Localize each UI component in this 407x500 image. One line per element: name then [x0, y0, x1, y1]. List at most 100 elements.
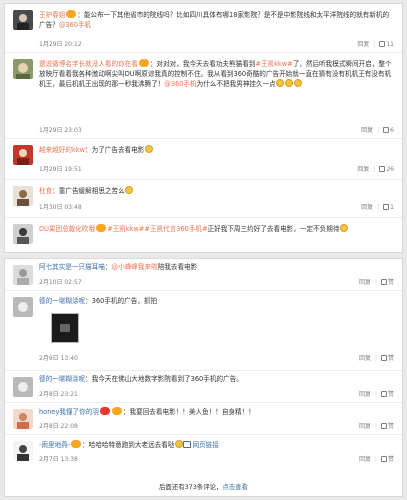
comment-text: ：为了广告去看电影: [85, 146, 145, 154]
divider: |: [374, 423, 377, 430]
comment-username[interactable]: 德的一堪糊涂呢: [39, 375, 85, 383]
comment-username[interactable]: -雨里地燕-: [39, 441, 70, 449]
comment-text: ：360手机的广告，抓拍: [85, 297, 158, 305]
divider: |: [377, 204, 380, 211]
comment-text: 陪我去看电影: [157, 263, 198, 271]
comment-username[interactable]: 遗说微博名字长就没人看的你在看: [39, 60, 138, 68]
reply-button[interactable]: 回复: [357, 166, 369, 173]
vip-badge-icon: [138, 59, 149, 67]
comment-body: -雨里地燕- ：哈哈哈特意跑到大老远去看哒 网页链接: [39, 440, 394, 451]
divider: |: [374, 391, 377, 398]
thumbs-up-icon: [380, 391, 387, 397]
like-button[interactable]: 26: [379, 166, 394, 173]
avatar[interactable]: [13, 409, 33, 429]
like-label: 赞: [387, 279, 394, 286]
comment-username[interactable]: 王护春姐: [39, 11, 65, 19]
comment-username[interactable]: honey我懂了你的羽: [39, 408, 99, 416]
thumbs-up-icon: [380, 423, 387, 429]
comment-username[interactable]: 杜食: [39, 187, 52, 195]
comment-text: ：我今天在佛山大地数字影院看到了360手机的广告。: [85, 375, 243, 383]
reply-button[interactable]: 回复: [361, 127, 373, 134]
comment-text: 正好我下周三约好了去看电影，一定不负期待: [207, 225, 340, 233]
comment-text: 为什么不把我男神挂久一点: [196, 80, 276, 89]
reply-button[interactable]: 回复: [361, 204, 373, 211]
mention-link[interactable]: @360手机: [59, 21, 91, 29]
like-count: 6: [390, 127, 394, 134]
topic-tag[interactable]: #王凯代言360手机#: [144, 225, 207, 233]
comment-body: 越来越好的kkw：为了广告去看电影: [39, 145, 394, 156]
avatar[interactable]: [13, 265, 33, 285]
reply-button[interactable]: 回复: [359, 423, 371, 430]
avatar[interactable]: [13, 377, 33, 397]
like-button[interactable]: 赞: [380, 279, 394, 286]
avatar[interactable]: [13, 59, 33, 79]
comment-username[interactable]: 德的一堪糊涂呢: [39, 297, 85, 305]
avatar[interactable]: [13, 224, 33, 244]
comment-username[interactable]: 阿七其实是一只猫耳喵: [39, 263, 105, 271]
avatar[interactable]: [13, 10, 33, 30]
comment-body: 德的一堪糊涂呢：我今天在佛山大地数字影院看到了360手机的广告。: [39, 375, 394, 385]
like-button[interactable]: 6: [383, 127, 394, 134]
like-label: 赞: [387, 423, 394, 430]
topic-tag[interactable]: #王凯kkw#: [255, 60, 292, 68]
like-button[interactable]: 11: [379, 41, 394, 48]
comment-item: 王护春姐 ：能公布一下其他省市的院线吗？比如四川具体有哪18家影院？是不是中影院线…: [5, 4, 402, 53]
comment-date: 2月10日 02:57: [39, 279, 82, 286]
reply-button[interactable]: 回复: [359, 355, 371, 362]
comment-body: 阿七其实是一只猫耳喵：@小峰峰我来啦陪我去看电影: [39, 263, 198, 271]
comment-date: 1月29日 19:51: [39, 166, 82, 173]
comment-item: 遗说微博名字长就没人看的你在看 ：对对对，我今天去看功夫熊猫看到#王凯kkw#了，…: [5, 53, 402, 139]
comments-card-bottom: 阿七其实是一只猫耳喵：@小峰峰我来啦陪我去看电影 2月10日 02:57 回复 |…: [4, 258, 403, 497]
thumbs-up-icon: [383, 204, 390, 210]
sad-emoji-icon: [294, 79, 303, 88]
comment-body: 遗说微博名字长就没人看的你在看 ：对对对，我今天去看功夫熊猫看到#王凯kkw#了，…: [39, 59, 394, 90]
mention-link[interactable]: @小峰峰我来啦: [112, 263, 158, 271]
comment-body: 王护春姐 ：能公布一下其他省市的院线吗？比如四川具体有哪18家影院？是不是中影院线…: [39, 10, 394, 30]
comment-item: DU果团总裁化吹哦 #王凯kkw##王凯代言360手机#正好我下周三约好了去看电影…: [5, 218, 402, 252]
web-link[interactable]: 网页链接: [183, 441, 219, 449]
comment-item: -雨里地燕- ：哈哈哈特意跑到大老远去看哒 网页链接 2月7日 13:38 回复 | 赞: [5, 435, 402, 469]
reply-button[interactable]: 回复: [359, 456, 371, 463]
thumbs-up-icon: [383, 127, 390, 133]
comment-text: ：对对对，我今天去看功夫熊猫看到: [149, 60, 256, 68]
avatar[interactable]: [13, 145, 33, 165]
avatar[interactable]: [13, 441, 33, 461]
comment-item: 德的一堪糊涂呢：360手机的广告，抓拍 2月9日 13:40 回复 | 赞: [5, 291, 402, 371]
comment-username[interactable]: DU果团总裁化吹哦: [39, 225, 95, 233]
thumbs-up-icon: [380, 279, 387, 285]
avatar[interactable]: [13, 297, 33, 317]
comment-item: 杜食：靠广告缓解相思之苦么 1月30日 03:48 回复 | 1: [5, 180, 402, 218]
comments-card-top: 王护春姐 ：能公布一下其他省市的院线吗？比如四川具体有哪18家影院？是不是中影院线…: [4, 3, 403, 253]
like-button[interactable]: 1: [383, 204, 394, 211]
cat-emoji-icon: [125, 186, 134, 194]
mention-link[interactable]: @360手机: [164, 80, 196, 88]
reply-button[interactable]: 回复: [357, 41, 369, 48]
avatar[interactable]: [13, 186, 33, 206]
like-button[interactable]: 赞: [380, 391, 394, 398]
comment-body: honey我懂了你的羽 ：我要回去看电影！！美人鱼！！自身精！！: [39, 407, 394, 418]
comment-item: 阿七其实是一只猫耳喵：@小峰峰我来啦陪我去看电影 2月10日 02:57 回复 |…: [5, 259, 402, 291]
view-more-link[interactable]: 点击查看: [222, 483, 248, 491]
like-button[interactable]: 赞: [380, 423, 394, 430]
photo-icon: [60, 324, 70, 332]
reply-button[interactable]: 回复: [359, 391, 371, 398]
comment-body: 杜食：靠广告缓解相思之苦么: [39, 186, 394, 197]
thumbs-up-icon: [379, 166, 386, 172]
thumbs-up-icon: [380, 355, 387, 361]
reply-button[interactable]: 回复: [359, 279, 371, 286]
vip-badge-icon: [66, 10, 77, 18]
comment-date: 2月9日 13:40: [39, 355, 78, 362]
like-button[interactable]: 赞: [380, 456, 394, 463]
comment-username[interactable]: 越来越好的kkw: [39, 146, 85, 154]
comment-text: ：哈哈哈特意跑到大老远去看哒: [82, 441, 175, 449]
comment-date: 1月29日 23:03: [39, 127, 82, 134]
laughing-emoji-icon: [144, 145, 153, 153]
topic-tag[interactable]: #王凯kkw#: [107, 225, 144, 233]
like-button[interactable]: 赞: [380, 355, 394, 362]
sad-emoji-icon: [285, 79, 294, 88]
comment-date: 2月8日 22:08: [39, 423, 78, 430]
comment-photo[interactable]: [51, 313, 79, 343]
web-link-label: 网页链接: [192, 441, 219, 449]
like-label: 赞: [387, 456, 394, 463]
comment-text: ：我要回去看电影！！美人鱼！！自身精！！: [122, 408, 255, 416]
